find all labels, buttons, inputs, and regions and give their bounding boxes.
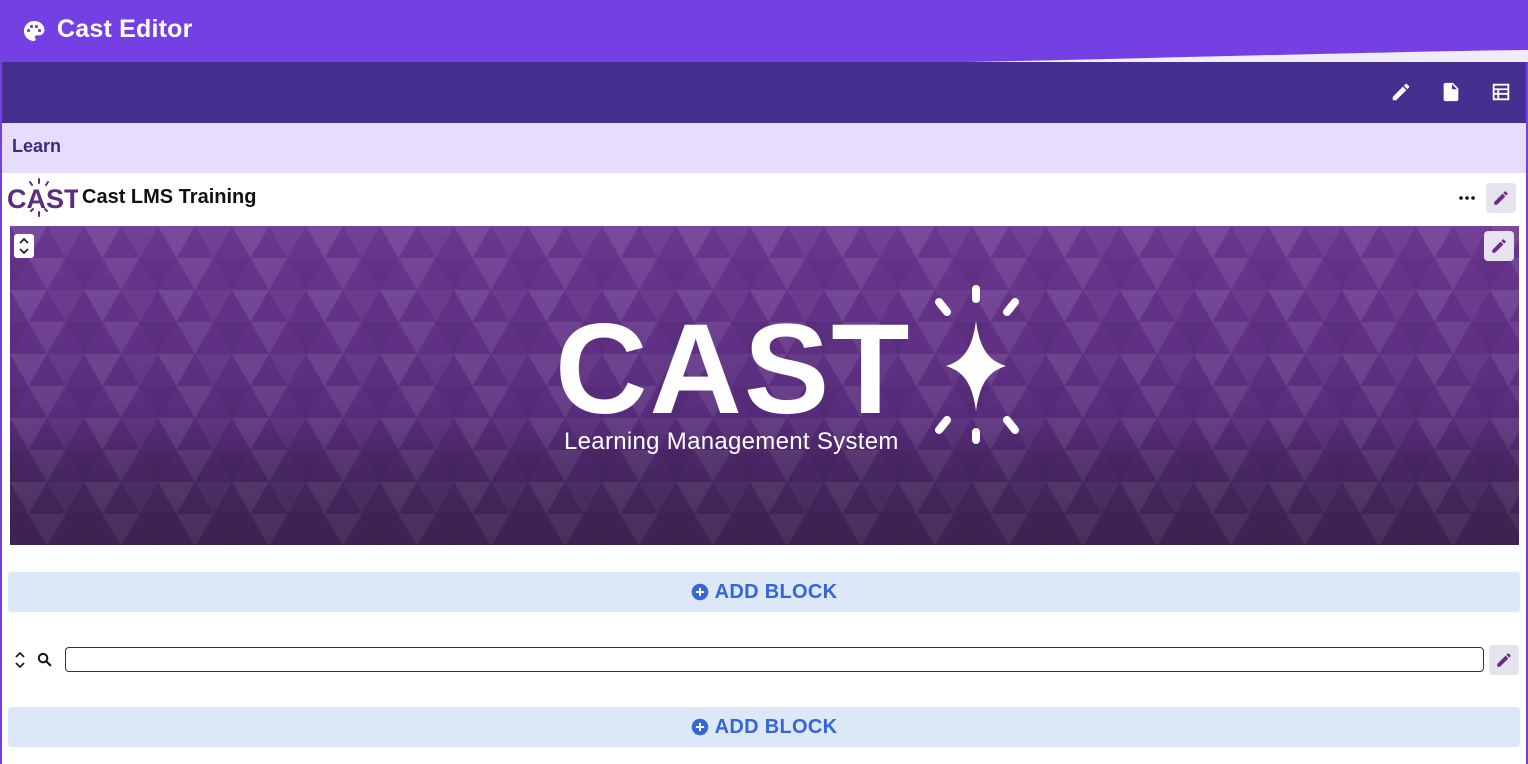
add-block-label: ADD BLOCK <box>714 716 838 738</box>
edit-search-button[interactable] <box>1489 645 1519 675</box>
header-swoosh <box>968 50 1528 62</box>
pencil-icon <box>1494 191 1508 205</box>
reorder-icon[interactable] <box>10 648 30 672</box>
banner-subtitle: Learning Management System <box>564 428 899 455</box>
course-logo-text: CAST <box>7 184 78 214</box>
add-block-button[interactable]: ADD BLOCK <box>8 572 1520 612</box>
table-icon[interactable] <box>1490 81 1512 103</box>
course-title: Cast LMS Training <box>82 186 257 208</box>
title-bar: Cast Editor <box>0 0 1528 62</box>
pencil-icon[interactable] <box>1390 81 1412 103</box>
banner-background: CAST <box>10 226 1519 545</box>
palette-icon <box>24 21 45 41</box>
edit-course-button[interactable] <box>1486 183 1516 213</box>
banner-logo-text: CAST <box>555 298 911 441</box>
search-input[interactable] <box>65 647 1484 672</box>
edit-banner-button[interactable] <box>1484 231 1514 261</box>
breadcrumb: Learn <box>2 123 1526 173</box>
pencil-icon <box>1492 239 1506 253</box>
app-title: Cast Editor <box>57 15 193 43</box>
add-block-label: ADD BLOCK <box>714 581 838 603</box>
add-circle-icon <box>691 718 708 736</box>
document-icon[interactable] <box>1440 81 1462 103</box>
search-icon <box>37 652 52 667</box>
add-block-button[interactable]: ADD BLOCK <box>8 707 1520 747</box>
breadcrumb-learn[interactable]: Learn <box>12 136 61 157</box>
reorder-icon[interactable] <box>14 234 34 258</box>
editor-toolbar <box>2 62 1526 123</box>
cast-logo-icon: CAST <box>7 178 78 217</box>
more-options-icon[interactable] <box>1456 188 1478 208</box>
pencil-icon <box>1497 653 1511 667</box>
add-circle-icon <box>691 583 708 601</box>
course-banner-image: CAST <box>10 226 1519 545</box>
